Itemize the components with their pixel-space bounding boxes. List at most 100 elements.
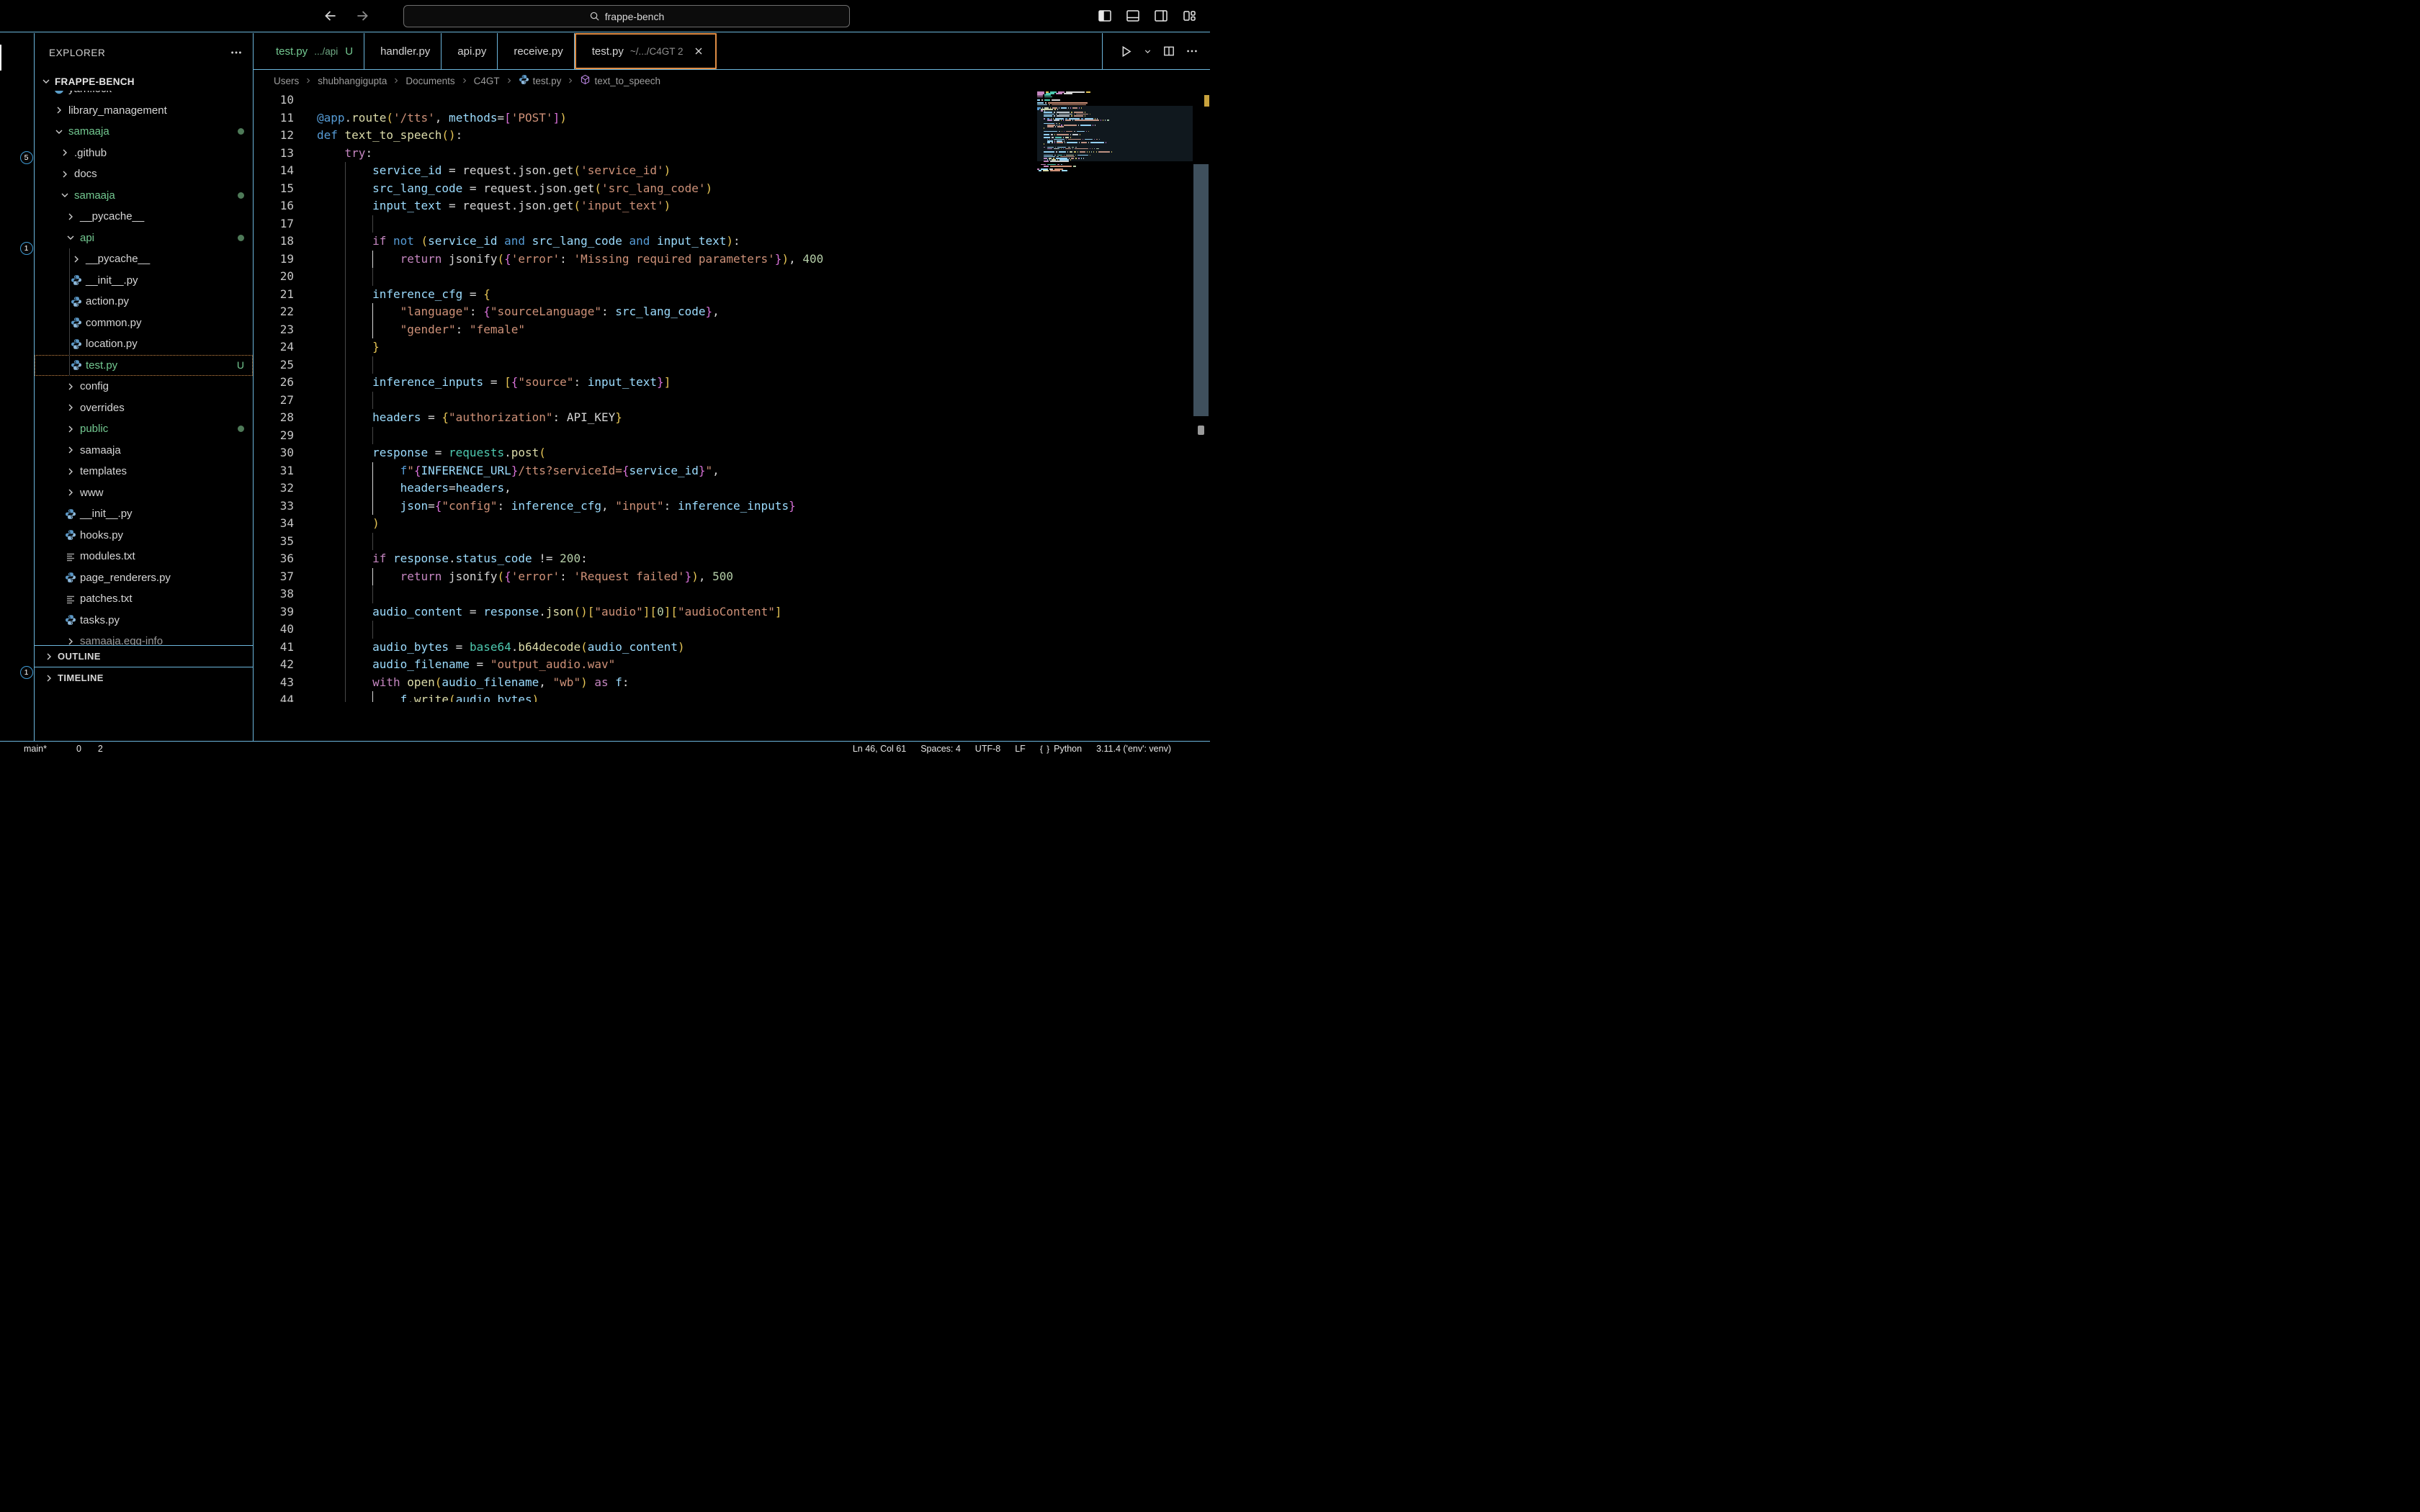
- code-line-36[interactable]: 36 if response.status_code != 200:: [254, 550, 1210, 568]
- code-line-34[interactable]: 34 ): [254, 515, 1210, 533]
- tree-item-api[interactable]: api: [35, 228, 253, 249]
- code-line-25[interactable]: 25: [254, 356, 1210, 374]
- tree-item-page_renderers.py[interactable]: page_renderers.py: [35, 567, 253, 589]
- code-line-32[interactable]: 32 headers=headers,: [254, 480, 1210, 498]
- breadcrumb-item-Users[interactable]: Users: [274, 76, 299, 86]
- tree-item-modules.txt[interactable]: modules.txt: [35, 546, 253, 567]
- command-center-search[interactable]: frappe-bench: [403, 5, 850, 27]
- tree-item-www[interactable]: www: [35, 482, 253, 504]
- tree-item-samaaja[interactable]: samaaja: [35, 185, 253, 207]
- activitybar-extensions[interactable]: 1: [0, 222, 35, 256]
- code-line-33[interactable]: 33 json={"config": inference_cfg, "input…: [254, 498, 1210, 516]
- customize-layout-icon[interactable]: [1181, 8, 1197, 24]
- toggle-secondary-sidebar-icon[interactable]: [1153, 8, 1169, 24]
- back-arrow-icon[interactable]: [323, 8, 339, 24]
- tree-item-public[interactable]: public: [35, 418, 253, 440]
- status-warnings[interactable]: 2: [94, 744, 103, 754]
- status-git-branch[interactable]: main*: [20, 744, 47, 754]
- toggle-panel-icon[interactable]: [1125, 8, 1141, 24]
- toggle-primary-sidebar-icon[interactable]: [1097, 8, 1113, 24]
- run-dropdown-button[interactable]: [1143, 44, 1152, 58]
- split-editor-button[interactable]: [1162, 44, 1175, 58]
- breadcrumb-item-test.py[interactable]: test.py: [519, 74, 562, 87]
- tree-item-hooks.py[interactable]: hooks.py: [35, 525, 253, 546]
- status-indentation[interactable]: Spaces: 4: [920, 744, 961, 754]
- activitybar-settings[interactable]: 1: [0, 646, 35, 680]
- code-line-43[interactable]: 43 with open(audio_filename, "wb") as f:: [254, 674, 1210, 692]
- forward-arrow-icon[interactable]: [354, 8, 370, 24]
- tab-api.py[interactable]: api.py: [442, 33, 498, 69]
- tree-item-library_management[interactable]: library_management: [35, 100, 253, 122]
- breadcrumb-item-shubhangigupta[interactable]: shubhangigupta: [318, 76, 387, 86]
- tree-item-tasks.py[interactable]: tasks.py: [35, 610, 253, 631]
- tree-item-.github[interactable]: .github: [35, 143, 253, 164]
- tree-item-samaaja.egg-info[interactable]: samaaja.egg-info: [35, 631, 253, 645]
- tree-item-test.py[interactable]: test.pyU: [35, 355, 253, 377]
- outline-panel-header[interactable]: OUTLINE: [35, 645, 253, 667]
- tree-item-action.py[interactable]: action.py: [35, 291, 253, 312]
- code-line-28[interactable]: 28 headers = {"authorization": API_KEY}: [254, 409, 1210, 427]
- tree-item-patches.txt[interactable]: patches.txt: [35, 588, 253, 610]
- code-line-44[interactable]: 44 f.write(audio_bytes): [254, 691, 1210, 702]
- tree-item-config[interactable]: config: [35, 376, 253, 397]
- more-actions-button[interactable]: [1186, 44, 1198, 58]
- code-line-39[interactable]: 39 audio_content = response.json()["audi…: [254, 603, 1210, 621]
- activitybar-search[interactable]: [0, 86, 35, 120]
- code-line-29[interactable]: 29: [254, 427, 1210, 445]
- activitybar-testing[interactable]: [0, 267, 35, 302]
- tree-item-samaaja[interactable]: samaaja: [35, 440, 253, 462]
- tree-item-templates[interactable]: templates: [35, 461, 253, 482]
- tab-receive.py[interactable]: receive.py: [498, 33, 574, 69]
- minimap[interactable]: [1037, 91, 1193, 307]
- workspace-root-frappe-bench[interactable]: FRAPPE-BENCH: [35, 72, 253, 91]
- breadcrumb-item-C4GT[interactable]: C4GT: [474, 76, 500, 86]
- minimap-viewport[interactable]: [1037, 106, 1193, 161]
- tree-item-__init__.py[interactable]: __init__.py: [35, 503, 253, 525]
- code-text: src_lang_code = request.json.get('src_la…: [317, 180, 712, 198]
- status-label: 2: [98, 744, 103, 754]
- tree-item-location.py[interactable]: location.py: [35, 333, 253, 355]
- code-line-38[interactable]: 38: [254, 585, 1210, 603]
- code-line-23[interactable]: 23 "gender": "female": [254, 321, 1210, 339]
- tree-item-yarn.lock[interactable]: yarn.lock: [35, 91, 253, 100]
- status-python-interpreter[interactable]: 3.11.4 ('env': venv): [1096, 744, 1171, 754]
- code-line-26[interactable]: 26 inference_inputs = [{"source": input_…: [254, 374, 1210, 392]
- tree-item-__pycache__[interactable]: __pycache__: [35, 248, 253, 270]
- code-line-27[interactable]: 27: [254, 392, 1210, 410]
- code-line-40[interactable]: 40: [254, 621, 1210, 639]
- activitybar-account[interactable]: [0, 600, 35, 634]
- code-line-42[interactable]: 42 audio_filename = "output_audio.wav": [254, 656, 1210, 674]
- activitybar-source-control[interactable]: 5: [0, 131, 35, 166]
- code-line-35[interactable]: 35: [254, 533, 1210, 551]
- tree-item-overrides[interactable]: overrides: [35, 397, 253, 419]
- code-line-41[interactable]: 41 audio_bytes = base64.b64decode(audio_…: [254, 639, 1210, 657]
- tree-item-__pycache__[interactable]: __pycache__: [35, 206, 253, 228]
- tree-item-docs[interactable]: docs: [35, 163, 253, 185]
- activitybar-run-debug[interactable]: [0, 176, 35, 211]
- tree-item-common.py[interactable]: common.py: [35, 312, 253, 334]
- status-cursor-position[interactable]: Ln 46, Col 61: [853, 744, 906, 754]
- breadcrumb-item-text_to_speech[interactable]: text_to_speech: [580, 74, 660, 87]
- status-eol[interactable]: LF: [1015, 744, 1026, 754]
- status-encoding[interactable]: UTF-8: [975, 744, 1000, 754]
- activitybar-explorer[interactable]: [0, 40, 35, 75]
- code-line-24[interactable]: 24 }: [254, 338, 1210, 356]
- code-line-37[interactable]: 37 return jsonify({'error': 'Request fai…: [254, 568, 1210, 586]
- run-button[interactable]: [1119, 44, 1133, 58]
- tab-test.py[interactable]: test.py~/.../C4GT 2: [575, 33, 717, 69]
- timeline-panel-header[interactable]: TIMELINE: [35, 667, 253, 688]
- editor-scrollbar[interactable]: [1192, 91, 1210, 741]
- status-language-mode[interactable]: { }Python: [1040, 744, 1082, 754]
- tab-handler.py[interactable]: handler.py: [364, 33, 442, 69]
- tree-item-__init__.py[interactable]: __init__.py: [35, 270, 253, 292]
- code-line-31[interactable]: 31 f"{INFERENCE_URL}/tts?serviceId={serv…: [254, 462, 1210, 480]
- explorer-more-actions-icon[interactable]: [230, 46, 243, 59]
- tab-test.py[interactable]: test.py.../apiU: [260, 33, 364, 69]
- code-editor[interactable]: 1011@app.route('/tts', methods=['POST'])…: [254, 91, 1210, 741]
- scrollbar-slider[interactable]: [1193, 164, 1209, 416]
- code-text: def text_to_speech():: [317, 127, 462, 145]
- breadcrumb-item-Documents[interactable]: Documents: [405, 76, 454, 86]
- tree-item-samaaja[interactable]: samaaja: [35, 121, 253, 143]
- code-line-30[interactable]: 30 response = requests.post(: [254, 444, 1210, 462]
- status-errors[interactable]: 0: [73, 744, 81, 754]
